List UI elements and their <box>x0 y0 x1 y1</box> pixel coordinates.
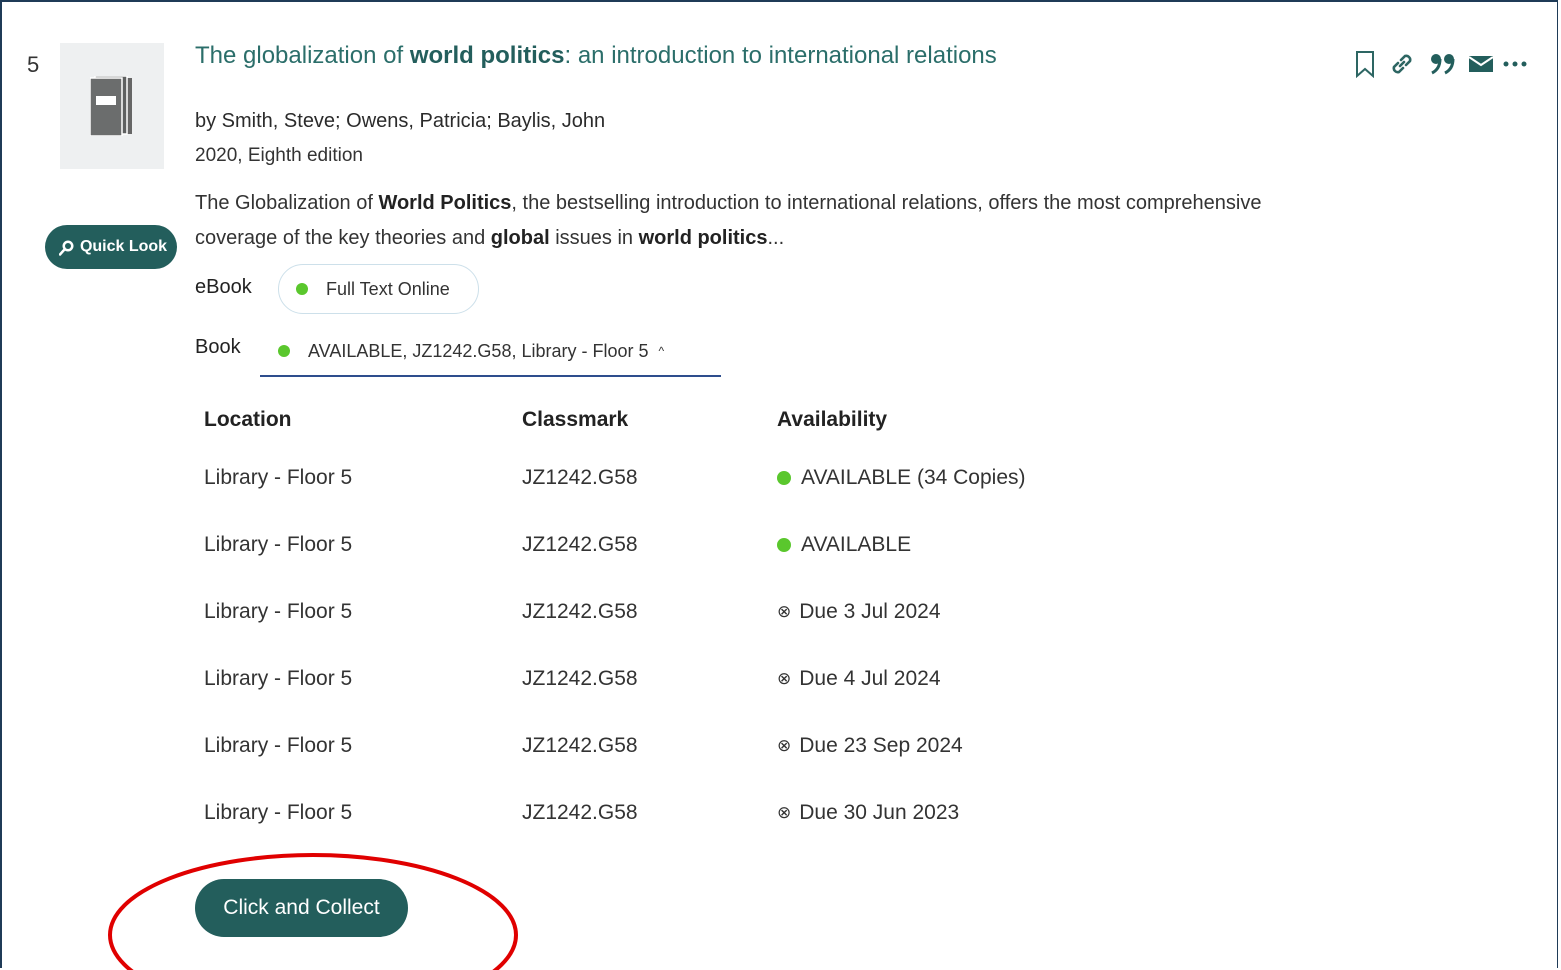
result-number: 5 <box>27 52 40 77</box>
location-cell: Library - Floor 5 <box>204 667 353 690</box>
availability-header: Availability <box>777 408 888 431</box>
book-icon <box>90 76 132 136</box>
record-actions <box>1350 46 1530 82</box>
unavailable-icon: ⊗ <box>777 669 792 688</box>
description-part: World Politics <box>378 192 512 214</box>
availability-cell: ⊗ Due 4 Jul 2024 <box>777 667 941 691</box>
holding-row[interactable]: Library - Floor 5 JZ1242.G58 ⊗ Due 4 Jul 20… <box>204 667 1204 734</box>
title-part: : an introduction to international relat… <box>564 42 997 69</box>
unavailable-icon: ⊗ <box>777 602 792 621</box>
cite-quote-icon[interactable] <box>1424 46 1462 82</box>
click-and-collect-button[interactable]: Click and Collect <box>195 879 408 937</box>
quick-look-button[interactable]: Quick Look <box>45 225 177 269</box>
authors: by Smith, Steve; Owens, Patricia; Baylis… <box>195 110 606 132</box>
book-availability-toggle[interactable]: AVAILABLE, JZ1242.G58, Library - Floor 5… <box>260 327 721 377</box>
classmark-cell: JZ1242.G58 <box>522 466 638 489</box>
location-cell: Library - Floor 5 <box>204 734 353 757</box>
bookmark-icon[interactable] <box>1350 46 1380 82</box>
holding-row[interactable]: Library - Floor 5 JZ1242.G58 ⊗ Due 30 Jun 2… <box>204 801 1204 868</box>
holding-row[interactable]: Library - Floor 5 JZ1242.G58 ⊗ Due 23 Sep 2… <box>204 734 1204 801</box>
book-label: Book <box>195 336 241 358</box>
availability-text: AVAILABLE (34 Copies) <box>801 466 1026 489</box>
description: The Globalization of World Politics, the… <box>195 186 1295 256</box>
availability-text: Due 23 Sep 2024 <box>799 734 963 757</box>
classmark-cell: JZ1242.G58 <box>522 667 638 690</box>
result-card: 5 Quick Look The globalization of world … <box>0 0 1558 970</box>
available-dot-icon <box>777 471 791 485</box>
description-part: global <box>490 227 550 249</box>
classmark-cell: JZ1242.G58 <box>522 533 638 556</box>
description-part: ... <box>767 227 785 249</box>
more-icon[interactable] <box>1500 46 1530 82</box>
availability-text: Due 4 Jul 2024 <box>799 667 941 690</box>
unavailable-icon: ⊗ <box>777 803 792 822</box>
classmark-cell: JZ1242.G58 <box>522 600 638 623</box>
available-dot-icon <box>777 538 791 552</box>
holding-row[interactable]: Library - Floor 5 JZ1242.G58 AVAILABLE <box>204 533 1204 600</box>
availability-text: Due 30 Jun 2023 <box>799 801 960 824</box>
location-cell: Library - Floor 5 <box>204 466 353 489</box>
classmark-header: Classmark <box>522 408 629 431</box>
availability-dot <box>296 283 308 295</box>
availability-text: Due 3 Jul 2024 <box>799 600 941 623</box>
description-part: world politics <box>638 227 768 249</box>
classmark-cell: JZ1242.G58 <box>522 734 638 757</box>
ebook-label: eBook <box>195 276 252 298</box>
link-icon[interactable] <box>1380 46 1424 82</box>
thumbnail[interactable] <box>60 43 164 169</box>
location-cell: Library - Floor 5 <box>204 533 353 556</box>
availability-cell: ⊗ Due 23 Sep 2024 <box>777 734 963 758</box>
quick-look-label: Quick Look <box>79 238 168 255</box>
location-header: Location <box>204 408 292 431</box>
description-part: The Globalization of <box>195 192 379 214</box>
availability-text: AVAILABLE <box>801 533 912 556</box>
availability-cell: ⊗ Due 3 Jul 2024 <box>777 600 941 624</box>
holding-row[interactable]: Library - Floor 5 JZ1242.G58 ⊗ Due 3 Jul 20… <box>204 600 1204 667</box>
availability-cell: AVAILABLE (34 Copies) <box>777 466 1026 490</box>
availability-cell: ⊗ Due 30 Jun 2023 <box>777 801 959 825</box>
full-text-online-link[interactable]: Full Text Online <box>278 264 479 314</box>
email-icon[interactable] <box>1462 46 1500 82</box>
full-text-online-label: Full Text Online <box>326 278 450 299</box>
unavailable-icon: ⊗ <box>777 736 792 755</box>
chevron-up-icon: ^ <box>658 344 665 358</box>
location-cell: Library - Floor 5 <box>204 600 353 623</box>
title-part: The globalization of <box>195 42 410 69</box>
availability-cell: AVAILABLE <box>777 533 911 557</box>
classmark-cell: JZ1242.G58 <box>522 801 638 824</box>
title-highlight: world politics <box>409 42 565 69</box>
holding-row[interactable]: Library - Floor 5 JZ1242.G58 AVAILABLE (34… <box>204 466 1204 533</box>
availability-dot <box>278 345 290 357</box>
location-cell: Library - Floor 5 <box>204 801 353 824</box>
book-availability-label: AVAILABLE, JZ1242.G58, Library - Floor 5 <box>308 340 649 361</box>
result-title[interactable]: The globalization of world politics: an … <box>195 42 997 70</box>
edition: 2020, Eighth edition <box>195 145 363 166</box>
description-part: issues in <box>549 227 639 249</box>
magnifier-icon <box>58 240 74 256</box>
